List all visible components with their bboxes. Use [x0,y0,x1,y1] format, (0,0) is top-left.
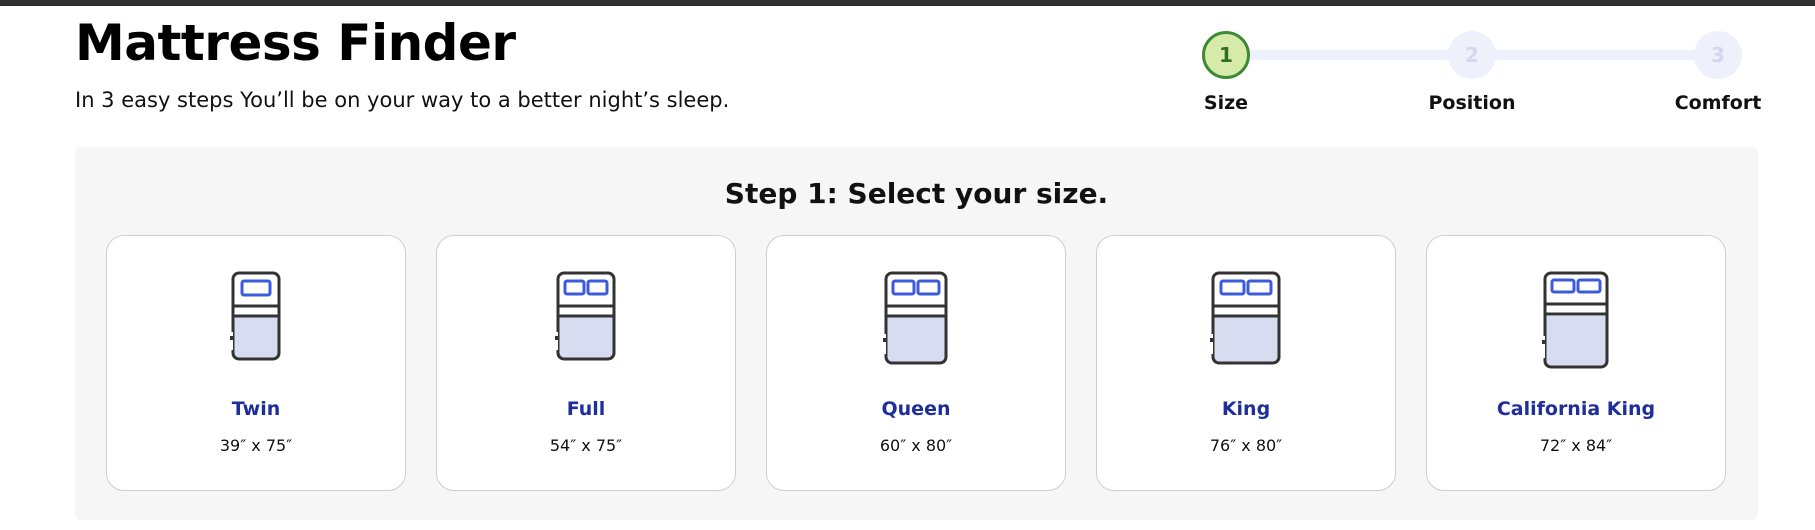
size-dimensions: 72″ x 84″ [1539,436,1613,455]
twin-bed-icon [230,271,281,361]
size-card-king[interactable]: King 76″ x 80″ [1096,235,1396,491]
page-title: Mattress Finder [75,14,516,72]
full-bed-icon [555,271,616,361]
size-name: King [1221,398,1271,420]
size-card-twin[interactable]: Twin 39″ x 75″ [106,235,406,491]
progress-stepper: 1 2 3 Size Position Comfort [1180,14,1790,114]
king-bed-icon [1210,271,1281,365]
california-king-bed-icon [1542,271,1609,369]
size-dimensions: 76″ x 80″ [1209,436,1283,455]
size-card-full[interactable]: Full 54″ x 75″ [436,235,736,491]
size-name: Twin [231,398,281,420]
step-1-indicator[interactable]: 1 [1202,31,1250,79]
size-name: Queen [881,398,951,420]
step-1-label: Size [1203,92,1249,114]
size-name: Full [566,398,606,420]
size-card-california-king[interactable]: California King 72″ x 84″ [1426,235,1726,491]
size-selection-panel: Step 1: Select your size. Twin 39″ x 75″… [75,147,1758,520]
step-title: Step 1: Select your size. [724,177,1109,210]
queen-bed-icon [883,271,948,365]
step-3-indicator[interactable]: 3 [1694,31,1742,79]
top-bar [0,0,1815,6]
size-dimensions: 39″ x 75″ [219,436,293,455]
step-3-label: Comfort [1674,92,1762,114]
step-2-indicator[interactable]: 2 [1448,31,1496,79]
page-subtitle: In 3 easy steps You’ll be on your way to… [75,88,730,112]
size-name: California King [1496,398,1656,420]
size-dimensions: 54″ x 75″ [549,436,623,455]
size-dimensions: 60″ x 80″ [879,436,953,455]
step-2-label: Position [1428,92,1516,114]
size-card-queen[interactable]: Queen 60″ x 80″ [766,235,1066,491]
